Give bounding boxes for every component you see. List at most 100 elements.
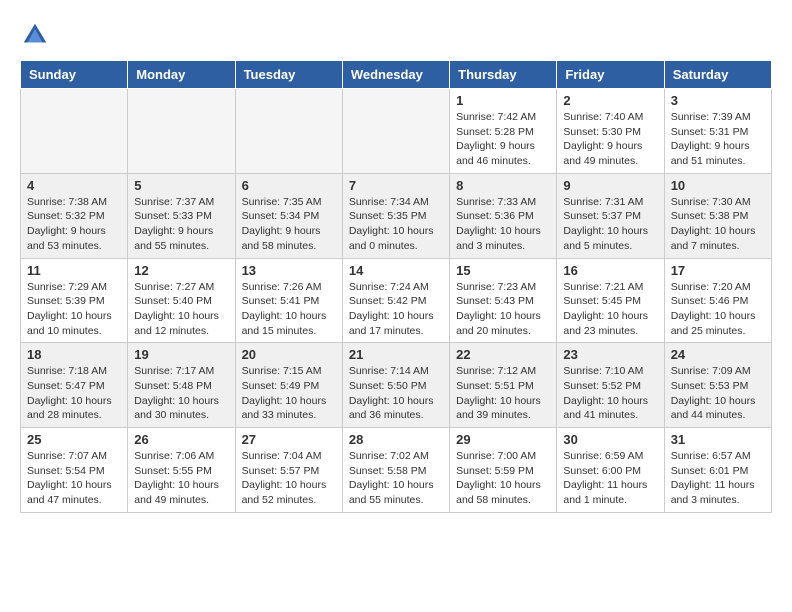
calendar-day: 13 Sunrise: 7:26 AM Sunset: 5:41 PM Dayli… (235, 258, 342, 343)
page-header (20, 20, 772, 50)
day-info: Sunrise: 7:02 AM Sunset: 5:58 PM Dayligh… (349, 449, 443, 508)
calendar-day: 31Sunrise: 6:57 AM Sunset: 6:01 PM Dayli… (664, 428, 771, 513)
day-info: Sunrise: 7:18 AM Sunset: 5:47 PM Dayligh… (27, 364, 121, 423)
day-number: 23 (563, 347, 657, 362)
day-info: Sunrise: 7:15 AM Sunset: 5:49 PM Dayligh… (242, 364, 336, 423)
day-number: 6 (242, 178, 336, 193)
calendar-day: 10 Sunrise: 7:30 AM Sunset: 5:38 PM Dayli… (664, 173, 771, 258)
logo-icon (20, 20, 50, 50)
day-number: 8 (456, 178, 550, 193)
calendar-day: 29 Sunrise: 7:00 AM Sunset: 5:59 PM Dayli… (450, 428, 557, 513)
day-info: Sunrise: 7:23 AM Sunset: 5:43 PM Dayligh… (456, 280, 550, 339)
day-number: 2 (563, 93, 657, 108)
day-info: Sunrise: 7:37 AM Sunset: 5:33 PM Dayligh… (134, 195, 228, 254)
col-sunday: Sunday (21, 61, 128, 89)
col-tuesday: Tuesday (235, 61, 342, 89)
calendar-day: 2 Sunrise: 7:40 AM Sunset: 5:30 PM Daylig… (557, 89, 664, 174)
day-info: Sunrise: 7:31 AM Sunset: 5:37 PM Dayligh… (563, 195, 657, 254)
day-number: 27 (242, 432, 336, 447)
calendar-day: 30Sunrise: 6:59 AM Sunset: 6:00 PM Dayli… (557, 428, 664, 513)
calendar-day: 21Sunrise: 7:14 AM Sunset: 5:50 PM Dayli… (342, 343, 449, 428)
day-number: 12 (134, 263, 228, 278)
day-number: 14 (349, 263, 443, 278)
day-info: Sunrise: 7:21 AM Sunset: 5:45 PM Dayligh… (563, 280, 657, 339)
col-wednesday: Wednesday (342, 61, 449, 89)
calendar-day (128, 89, 235, 174)
day-info: Sunrise: 6:59 AM Sunset: 6:00 PM Dayligh… (563, 449, 657, 508)
calendar-day: 6 Sunrise: 7:35 AM Sunset: 5:34 PM Daylig… (235, 173, 342, 258)
calendar-week-4: 18Sunrise: 7:18 AM Sunset: 5:47 PM Dayli… (21, 343, 772, 428)
col-friday: Friday (557, 61, 664, 89)
calendar-day: 18Sunrise: 7:18 AM Sunset: 5:47 PM Dayli… (21, 343, 128, 428)
calendar-day: 22Sunrise: 7:12 AM Sunset: 5:51 PM Dayli… (450, 343, 557, 428)
day-number: 7 (349, 178, 443, 193)
day-info: Sunrise: 7:09 AM Sunset: 5:53 PM Dayligh… (671, 364, 765, 423)
calendar-day: 16 Sunrise: 7:21 AM Sunset: 5:45 PM Dayli… (557, 258, 664, 343)
col-saturday: Saturday (664, 61, 771, 89)
calendar-day: 3 Sunrise: 7:39 AM Sunset: 5:31 PM Daylig… (664, 89, 771, 174)
day-number: 16 (563, 263, 657, 278)
calendar: Sunday Monday Tuesday Wednesday Thursday… (20, 60, 772, 513)
col-thursday: Thursday (450, 61, 557, 89)
day-info: Sunrise: 7:40 AM Sunset: 5:30 PM Dayligh… (563, 110, 657, 169)
day-info: Sunrise: 7:39 AM Sunset: 5:31 PM Dayligh… (671, 110, 765, 169)
day-info: Sunrise: 7:30 AM Sunset: 5:38 PM Dayligh… (671, 195, 765, 254)
day-number: 24 (671, 347, 765, 362)
day-number: 17 (671, 263, 765, 278)
header-row: Sunday Monday Tuesday Wednesday Thursday… (21, 61, 772, 89)
calendar-day: 25Sunrise: 7:07 AM Sunset: 5:54 PM Dayli… (21, 428, 128, 513)
day-info: Sunrise: 7:26 AM Sunset: 5:41 PM Dayligh… (242, 280, 336, 339)
day-info: Sunrise: 7:27 AM Sunset: 5:40 PM Dayligh… (134, 280, 228, 339)
calendar-week-5: 25Sunrise: 7:07 AM Sunset: 5:54 PM Dayli… (21, 428, 772, 513)
calendar-day: 8 Sunrise: 7:33 AM Sunset: 5:36 PM Daylig… (450, 173, 557, 258)
calendar-day: 11 Sunrise: 7:29 AM Sunset: 5:39 PM Dayli… (21, 258, 128, 343)
day-number: 22 (456, 347, 550, 362)
day-number: 13 (242, 263, 336, 278)
day-info: Sunrise: 7:33 AM Sunset: 5:36 PM Dayligh… (456, 195, 550, 254)
day-info: Sunrise: 7:06 AM Sunset: 5:55 PM Dayligh… (134, 449, 228, 508)
calendar-day: 5 Sunrise: 7:37 AM Sunset: 5:33 PM Daylig… (128, 173, 235, 258)
day-number: 15 (456, 263, 550, 278)
day-number: 31 (671, 432, 765, 447)
calendar-week-1: 1 Sunrise: 7:42 AM Sunset: 5:28 PM Daylig… (21, 89, 772, 174)
day-number: 29 (456, 432, 550, 447)
day-number: 20 (242, 347, 336, 362)
day-number: 10 (671, 178, 765, 193)
day-info: Sunrise: 7:34 AM Sunset: 5:35 PM Dayligh… (349, 195, 443, 254)
day-number: 25 (27, 432, 121, 447)
day-number: 19 (134, 347, 228, 362)
calendar-day: 19Sunrise: 7:17 AM Sunset: 5:48 PM Dayli… (128, 343, 235, 428)
calendar-day: 14 Sunrise: 7:24 AM Sunset: 5:42 PM Dayli… (342, 258, 449, 343)
day-number: 11 (27, 263, 121, 278)
calendar-week-2: 4 Sunrise: 7:38 AM Sunset: 5:32 PM Daylig… (21, 173, 772, 258)
day-info: Sunrise: 7:20 AM Sunset: 5:46 PM Dayligh… (671, 280, 765, 339)
calendar-day (21, 89, 128, 174)
day-info: Sunrise: 7:29 AM Sunset: 5:39 PM Dayligh… (27, 280, 121, 339)
day-number: 3 (671, 93, 765, 108)
calendar-day (342, 89, 449, 174)
day-info: Sunrise: 7:24 AM Sunset: 5:42 PM Dayligh… (349, 280, 443, 339)
calendar-day: 23 Sunrise: 7:10 AM Sunset: 5:52 PM Dayli… (557, 343, 664, 428)
day-number: 5 (134, 178, 228, 193)
day-info: Sunrise: 7:42 AM Sunset: 5:28 PM Dayligh… (456, 110, 550, 169)
day-info: Sunrise: 7:04 AM Sunset: 5:57 PM Dayligh… (242, 449, 336, 508)
calendar-week-3: 11 Sunrise: 7:29 AM Sunset: 5:39 PM Dayli… (21, 258, 772, 343)
calendar-day: 15 Sunrise: 7:23 AM Sunset: 5:43 PM Dayli… (450, 258, 557, 343)
calendar-day: 7 Sunrise: 7:34 AM Sunset: 5:35 PM Daylig… (342, 173, 449, 258)
day-info: Sunrise: 7:38 AM Sunset: 5:32 PM Dayligh… (27, 195, 121, 254)
day-number: 9 (563, 178, 657, 193)
calendar-day: 9 Sunrise: 7:31 AM Sunset: 5:37 PM Daylig… (557, 173, 664, 258)
day-number: 1 (456, 93, 550, 108)
day-number: 4 (27, 178, 121, 193)
calendar-day: 1 Sunrise: 7:42 AM Sunset: 5:28 PM Daylig… (450, 89, 557, 174)
calendar-day: 20 Sunrise: 7:15 AM Sunset: 5:49 PM Dayli… (235, 343, 342, 428)
logo (20, 20, 52, 50)
calendar-day: 4 Sunrise: 7:38 AM Sunset: 5:32 PM Daylig… (21, 173, 128, 258)
day-info: Sunrise: 7:10 AM Sunset: 5:52 PM Dayligh… (563, 364, 657, 423)
calendar-day (235, 89, 342, 174)
calendar-day: 24 Sunrise: 7:09 AM Sunset: 5:53 PM Dayli… (664, 343, 771, 428)
day-info: Sunrise: 7:35 AM Sunset: 5:34 PM Dayligh… (242, 195, 336, 254)
calendar-day: 12 Sunrise: 7:27 AM Sunset: 5:40 PM Dayli… (128, 258, 235, 343)
calendar-day: 27 Sunrise: 7:04 AM Sunset: 5:57 PM Dayli… (235, 428, 342, 513)
day-info: Sunrise: 7:00 AM Sunset: 5:59 PM Dayligh… (456, 449, 550, 508)
